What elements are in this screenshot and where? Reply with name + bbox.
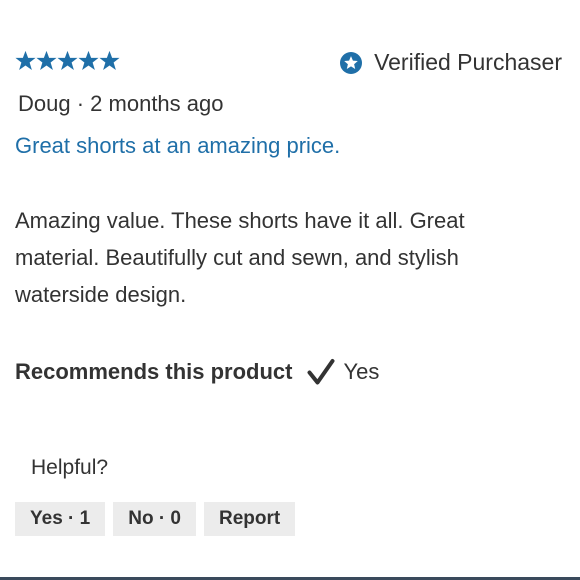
helpful-label: Helpful? [31,456,109,479]
verified-star-badge-icon [340,51,363,74]
author-name: Doug [18,91,71,116]
star-icon [15,50,36,72]
recommends-answer: Yes [343,359,380,384]
helpful-no-button[interactable]: No · 0 [113,502,196,536]
star-icon [99,50,120,72]
verified-purchaser-badge: Verified Purchaser [340,49,562,76]
recommends-label: Recommends this product [15,359,293,384]
star-rating [15,50,120,72]
review-title: Great shorts at an amazing price. [15,133,341,158]
meta-separator: · [76,91,85,116]
report-button[interactable]: Report [204,502,296,536]
star-icon [78,50,99,72]
verified-label: Verified Purchaser [374,49,562,75]
review-body: Amazing value. These shorts have it all.… [15,208,465,307]
checkmark-icon [292,358,335,386]
review-meta: Doug · 2 months ago [18,91,223,117]
helpful-yes-button[interactable]: Yes · 1 [15,502,106,536]
review-date: 2 months ago [90,91,224,116]
review-card: Verified Purchaser Doug · 2 months ago G… [0,0,580,580]
star-icon [36,50,57,72]
helpful-actions: Yes · 1 No · 0 Report [15,502,296,536]
star-icon [57,50,78,72]
recommendation: Recommends this product Yes [15,358,379,386]
